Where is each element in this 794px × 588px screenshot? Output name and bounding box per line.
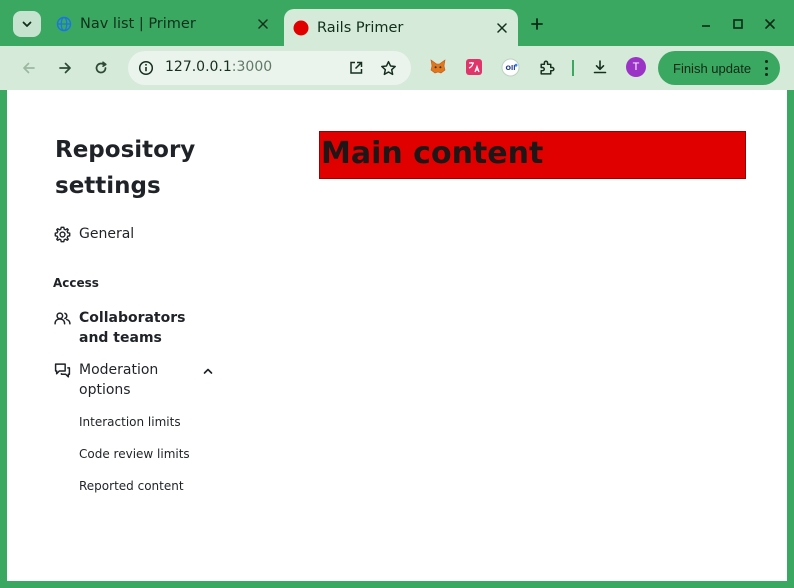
- nav-group-heading-access: Access: [53, 276, 99, 290]
- extensions-button[interactable]: [536, 57, 556, 77]
- bookmark-button[interactable]: [378, 58, 398, 78]
- translate-icon: [466, 59, 482, 75]
- finish-update-button[interactable]: Finish update: [658, 51, 780, 85]
- puzzle-icon: [539, 60, 554, 75]
- profile-avatar[interactable]: T: [626, 57, 646, 77]
- nav-subitem-interaction-limits[interactable]: Interaction limits: [79, 415, 181, 429]
- tab-strip: Nav list | Primer Rails Primer: [0, 0, 794, 46]
- globe-icon: [56, 16, 72, 32]
- browser-toolbar: 127.0.0.1:3000 Oll T Finish update: [0, 46, 794, 90]
- ollama-extension[interactable]: Oll: [500, 57, 520, 77]
- close-icon[interactable]: [492, 18, 512, 38]
- main-content-block: Main content: [319, 131, 746, 179]
- back-button[interactable]: [17, 56, 41, 80]
- nav-subitem-code-review-limits[interactable]: Code review limits: [79, 447, 190, 461]
- arrow-right-icon: [59, 62, 71, 74]
- maximize-button[interactable]: [727, 13, 749, 35]
- url-text[interactable]: 127.0.0.1:3000: [165, 59, 272, 75]
- minimize-button[interactable]: [695, 13, 717, 35]
- open-in-app-button[interactable]: [346, 58, 366, 78]
- toolbar-divider: [572, 60, 574, 76]
- minimize-icon: [702, 25, 710, 27]
- reload-button[interactable]: [89, 56, 113, 80]
- tab-rails-primer[interactable]: Rails Primer: [284, 9, 518, 46]
- translate-extension[interactable]: [464, 57, 484, 77]
- metamask-extension[interactable]: [428, 57, 448, 77]
- finish-update-label: Finish update: [673, 60, 752, 76]
- kebab-menu-icon: [764, 60, 768, 76]
- page-viewport: Repository settings General Access Colla…: [7, 90, 787, 581]
- red-circle-icon: [293, 20, 309, 35]
- tab-search-button[interactable]: [13, 11, 41, 37]
- downloads-button[interactable]: [590, 57, 610, 77]
- people-icon: [53, 309, 71, 327]
- plus-icon: [531, 18, 543, 30]
- chevron-up-icon[interactable]: [200, 363, 216, 379]
- nav-item-collaborators[interactable]: Collaborators and teams: [53, 308, 213, 348]
- gear-icon: [53, 225, 71, 243]
- main-content-label: Main content: [321, 136, 544, 171]
- close-icon[interactable]: [253, 14, 273, 34]
- download-icon: [593, 60, 607, 74]
- chat-bubble-icon: Oll: [501, 58, 519, 76]
- site-info-icon[interactable]: [136, 58, 156, 78]
- tab-title: Nav list | Primer: [80, 16, 196, 32]
- close-window-button[interactable]: [759, 13, 781, 35]
- nav-subitem-reported-content[interactable]: Reported content: [79, 479, 184, 493]
- url-host: 127.0.0.1: [165, 59, 232, 75]
- nav-item-label: Moderation options: [79, 362, 159, 398]
- chevron-down-icon: [22, 21, 32, 27]
- nav-item-moderation[interactable]: Moderation options: [53, 360, 173, 400]
- reload-icon: [95, 61, 107, 74]
- url-port: :3000: [231, 59, 273, 75]
- new-tab-button[interactable]: [526, 13, 548, 35]
- close-icon: [765, 19, 775, 29]
- browser-window: Nav list | Primer Rails Primer 127.0.0.1…: [0, 0, 794, 588]
- svg-text:Oll: Oll: [505, 64, 515, 72]
- arrow-left-icon: [23, 62, 35, 74]
- tab-nav-list[interactable]: Nav list | Primer: [47, 9, 279, 39]
- nav-item-label: General: [79, 226, 135, 242]
- tab-title: Rails Primer: [317, 19, 404, 36]
- star-icon: [380, 60, 396, 75]
- maximize-icon: [733, 19, 743, 29]
- page-title: Repository settings: [55, 137, 196, 199]
- address-bar[interactable]: 127.0.0.1:3000: [128, 51, 411, 85]
- fox-icon: [430, 59, 446, 74]
- open-external-icon: [350, 61, 363, 74]
- nav-item-label: Collaborators and teams: [79, 310, 186, 346]
- nav-item-general[interactable]: General: [53, 224, 134, 244]
- forward-button[interactable]: [53, 56, 77, 80]
- comment-discussion-icon: [53, 361, 71, 379]
